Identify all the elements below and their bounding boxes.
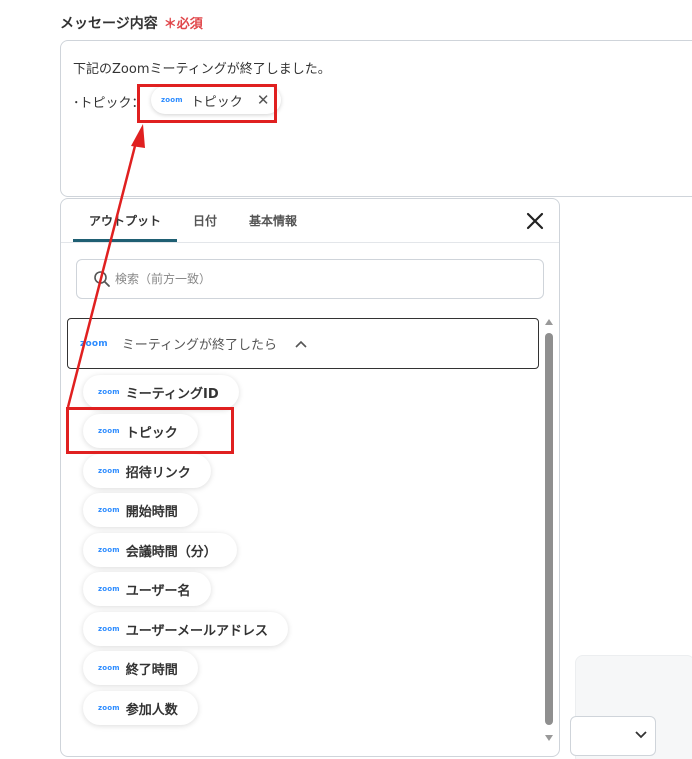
item-label: ユーザー名: [125, 583, 191, 599]
chevron-up-icon: [295, 340, 307, 348]
zoom-logo-icon: zoom: [98, 546, 120, 554]
picker-tabs: アウトプット 日付 基本情報: [73, 199, 313, 242]
message-content-label: メッセージ内容 ＊必須: [60, 13, 203, 33]
zoom-logo-icon: zoom: [98, 467, 120, 475]
variable-picker-popup: アウトプット 日付 基本情報 zoom ミーティングが終了したら zoom ミー…: [60, 198, 560, 757]
output-item-participants[interactable]: zoom 参加人数: [83, 691, 198, 725]
search-box[interactable]: [76, 259, 544, 299]
scroll-down-arrow-icon[interactable]: [545, 735, 553, 741]
zoom-logo-icon: zoom: [98, 388, 120, 396]
field-label-text: メッセージ内容: [60, 16, 158, 32]
output-item-user-name[interactable]: zoom ユーザー名: [83, 572, 211, 606]
output-item-start-time[interactable]: zoom 開始時間: [83, 493, 198, 527]
item-label: 終了時間: [125, 662, 178, 678]
zoom-logo-icon: zoom: [80, 338, 108, 349]
tab-basic-info[interactable]: 基本情報: [233, 199, 313, 242]
scroll-thumb[interactable]: [545, 333, 553, 725]
output-item-user-email[interactable]: zoom ユーザーメールアドレス: [83, 612, 289, 646]
tab-output[interactable]: アウトプット: [73, 199, 178, 242]
zoom-logo-icon: zoom: [98, 625, 120, 633]
item-label: 招待リンク: [125, 465, 191, 481]
item-label: ミーティングID: [125, 386, 219, 402]
zoom-logo-icon: zoom: [98, 664, 120, 672]
group-title: ミーティングが終了したら: [121, 338, 278, 353]
annotation-highlight-editor-chip: [137, 84, 277, 123]
zoom-logo-icon: zoom: [98, 704, 120, 712]
search-input[interactable]: [115, 272, 515, 286]
chevron-down-icon: [635, 731, 647, 739]
editor-line-1: 下記のZoomミーティングが終了しました。: [73, 62, 331, 77]
zoom-trigger-group-header[interactable]: zoom ミーティングが終了したら: [67, 318, 539, 369]
required-badge: ＊必須: [163, 17, 203, 32]
output-item-duration[interactable]: zoom 会議時間（分）: [83, 533, 237, 567]
editor-line-2-prefix: ･トピック：: [73, 96, 145, 111]
scrollbar[interactable]: [543, 319, 555, 747]
output-item-invite-link[interactable]: zoom 招待リンク: [83, 454, 211, 488]
close-icon[interactable]: [525, 211, 545, 231]
item-label: 開始時間: [125, 504, 178, 520]
scroll-up-arrow-icon[interactable]: [545, 319, 553, 325]
output-item-end-time[interactable]: zoom 終了時間: [83, 651, 198, 685]
zoom-logo-icon: zoom: [98, 585, 120, 593]
output-item-meeting-id[interactable]: zoom ミーティングID: [83, 375, 239, 409]
item-label: 会議時間（分）: [125, 544, 217, 560]
item-label: ユーザーメールアドレス: [125, 623, 269, 639]
tab-divider: [61, 242, 559, 243]
item-label: 参加人数: [125, 702, 178, 718]
background-select[interactable]: [570, 716, 656, 756]
annotation-highlight-topic-item: [66, 407, 234, 454]
zoom-logo-icon: zoom: [98, 506, 120, 514]
tab-date[interactable]: 日付: [177, 199, 233, 242]
search-icon: [94, 271, 110, 287]
